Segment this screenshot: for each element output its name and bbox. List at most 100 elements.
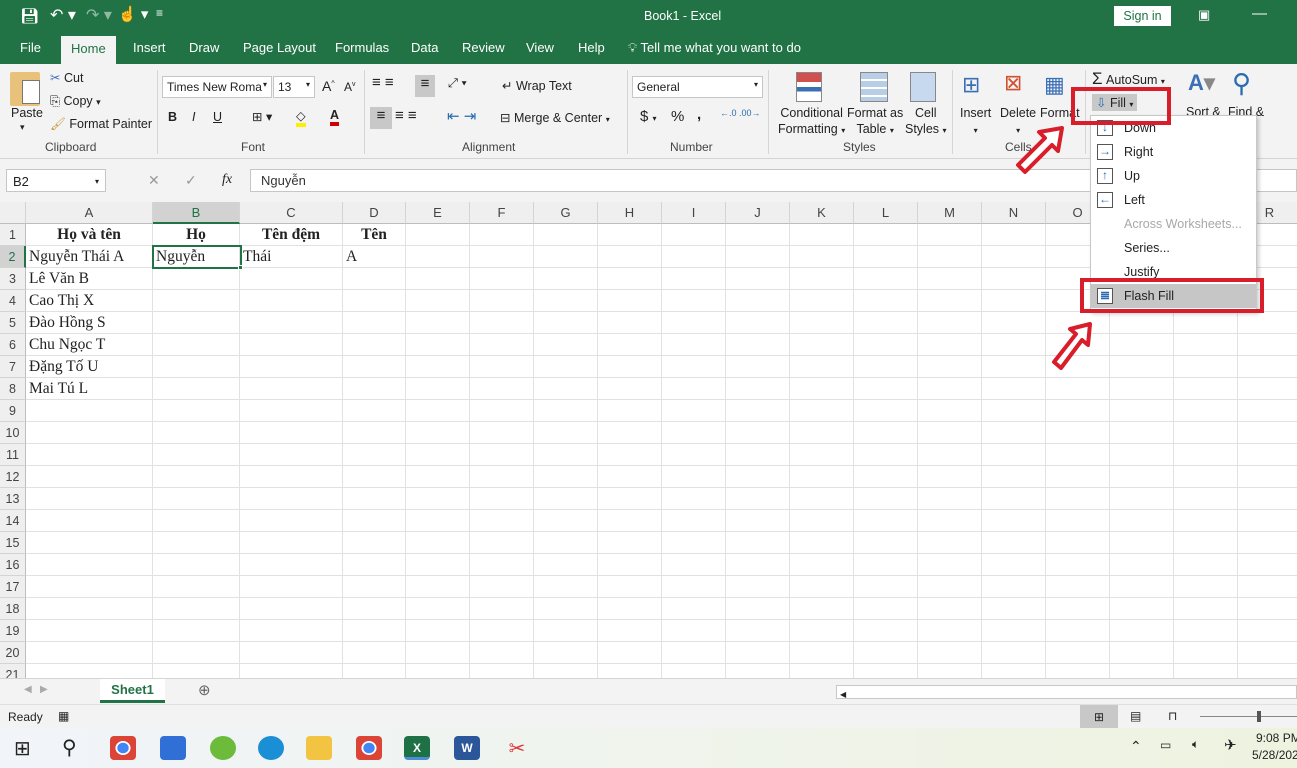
cell-I17[interactable]	[662, 576, 726, 598]
cell-O20[interactable]	[1046, 642, 1110, 664]
cell-G1[interactable]	[534, 224, 598, 246]
airplane-mode-icon[interactable]: ✈	[1224, 736, 1237, 754]
cell-N18[interactable]	[982, 598, 1046, 620]
cell-I5[interactable]	[662, 312, 726, 334]
cell-Q16[interactable]	[1174, 554, 1238, 576]
cell-O12[interactable]	[1046, 466, 1110, 488]
cell-N19[interactable]	[982, 620, 1046, 642]
cell-I18[interactable]	[662, 598, 726, 620]
cell-D8[interactable]	[343, 378, 406, 400]
cell-G8[interactable]	[534, 378, 598, 400]
cell-R18[interactable]	[1238, 598, 1297, 620]
cell-P17[interactable]	[1110, 576, 1174, 598]
cell-I19[interactable]	[662, 620, 726, 642]
column-header-I[interactable]: I	[662, 202, 726, 224]
cell-J3[interactable]	[726, 268, 790, 290]
cell-K7[interactable]	[790, 356, 854, 378]
cell-M13[interactable]	[918, 488, 982, 510]
column-header-D[interactable]: D	[343, 202, 406, 224]
cell-R17[interactable]	[1238, 576, 1297, 598]
coccoc-icon[interactable]	[210, 736, 236, 760]
cell-G18[interactable]	[534, 598, 598, 620]
cell-P9[interactable]	[1110, 400, 1174, 422]
cell-M14[interactable]	[918, 510, 982, 532]
cell-O10[interactable]	[1046, 422, 1110, 444]
cell-N9[interactable]	[982, 400, 1046, 422]
cell-H7[interactable]	[598, 356, 662, 378]
cell-O9[interactable]	[1046, 400, 1110, 422]
minimize-icon[interactable]: —	[1252, 5, 1267, 22]
cell-E6[interactable]	[406, 334, 470, 356]
cell-R15[interactable]	[1238, 532, 1297, 554]
zoom-slider[interactable]	[1200, 716, 1297, 717]
cell-P12[interactable]	[1110, 466, 1174, 488]
cell-D6[interactable]	[343, 334, 406, 356]
cell-J4[interactable]	[726, 290, 790, 312]
cell-B10[interactable]	[153, 422, 240, 444]
cell-R20[interactable]	[1238, 642, 1297, 664]
tab-data[interactable]: Data	[411, 40, 438, 55]
cell-Q6[interactable]	[1174, 334, 1238, 356]
cell-R11[interactable]	[1238, 444, 1297, 466]
cell-F13[interactable]	[470, 488, 534, 510]
cell-F12[interactable]	[470, 466, 534, 488]
cell-H4[interactable]	[598, 290, 662, 312]
cell-D12[interactable]	[343, 466, 406, 488]
cell-K17[interactable]	[790, 576, 854, 598]
cell-K21[interactable]	[790, 664, 854, 678]
cut-button[interactable]: ✂ Cut	[50, 70, 83, 85]
fill-menu-item-series[interactable]: Series...	[1091, 236, 1256, 260]
cell-I16[interactable]	[662, 554, 726, 576]
cell-D21[interactable]	[343, 664, 406, 678]
cell-O19[interactable]	[1046, 620, 1110, 642]
select-all-corner[interactable]	[0, 202, 26, 224]
cell-E17[interactable]	[406, 576, 470, 598]
cell-I13[interactable]	[662, 488, 726, 510]
cell-M20[interactable]	[918, 642, 982, 664]
cell-C15[interactable]	[240, 532, 343, 554]
cell-A21[interactable]	[26, 664, 153, 678]
cell-F18[interactable]	[470, 598, 534, 620]
cell-N13[interactable]	[982, 488, 1046, 510]
cell-A4[interactable]: Cao Thị X	[26, 290, 153, 312]
tell-me-search[interactable]: 💡︎ Tell me what you want to do	[628, 40, 801, 56]
cell-F7[interactable]	[470, 356, 534, 378]
cell-N15[interactable]	[982, 532, 1046, 554]
cell-L9[interactable]	[854, 400, 918, 422]
cell-P8[interactable]	[1110, 378, 1174, 400]
tab-help[interactable]: Help	[578, 40, 605, 55]
cell-E15[interactable]	[406, 532, 470, 554]
fill-menu-item-left[interactable]: ←Left	[1091, 188, 1256, 212]
column-header-B[interactable]: B	[153, 202, 240, 224]
cell-N16[interactable]	[982, 554, 1046, 576]
cell-G12[interactable]	[534, 466, 598, 488]
cell-K10[interactable]	[790, 422, 854, 444]
cell-R10[interactable]	[1238, 422, 1297, 444]
cell-K12[interactable]	[790, 466, 854, 488]
column-header-K[interactable]: K	[790, 202, 854, 224]
cell-I4[interactable]	[662, 290, 726, 312]
cell-G17[interactable]	[534, 576, 598, 598]
cell-Q5[interactable]	[1174, 312, 1238, 334]
cell-N10[interactable]	[982, 422, 1046, 444]
cell-N12[interactable]	[982, 466, 1046, 488]
horizontal-scrollbar[interactable]: ◀	[836, 685, 1297, 699]
cell-H11[interactable]	[598, 444, 662, 466]
cell-B1[interactable]: Họ	[153, 224, 240, 246]
cell-I21[interactable]	[662, 664, 726, 678]
cell-J10[interactable]	[726, 422, 790, 444]
row-header-10[interactable]: 10	[0, 422, 26, 444]
row-header-2[interactable]: 2	[0, 246, 26, 268]
cell-M5[interactable]	[918, 312, 982, 334]
cell-M21[interactable]	[918, 664, 982, 678]
cell-R7[interactable]	[1238, 356, 1297, 378]
cell-M11[interactable]	[918, 444, 982, 466]
cell-H3[interactable]	[598, 268, 662, 290]
row-header-21[interactable]: 21	[0, 664, 26, 678]
cell-L7[interactable]	[854, 356, 918, 378]
touch-mode-icon[interactable]: ☝ ▾	[118, 5, 148, 23]
cell-C14[interactable]	[240, 510, 343, 532]
cell-G5[interactable]	[534, 312, 598, 334]
cell-A1[interactable]: Họ và tên	[26, 224, 153, 246]
cell-G20[interactable]	[534, 642, 598, 664]
